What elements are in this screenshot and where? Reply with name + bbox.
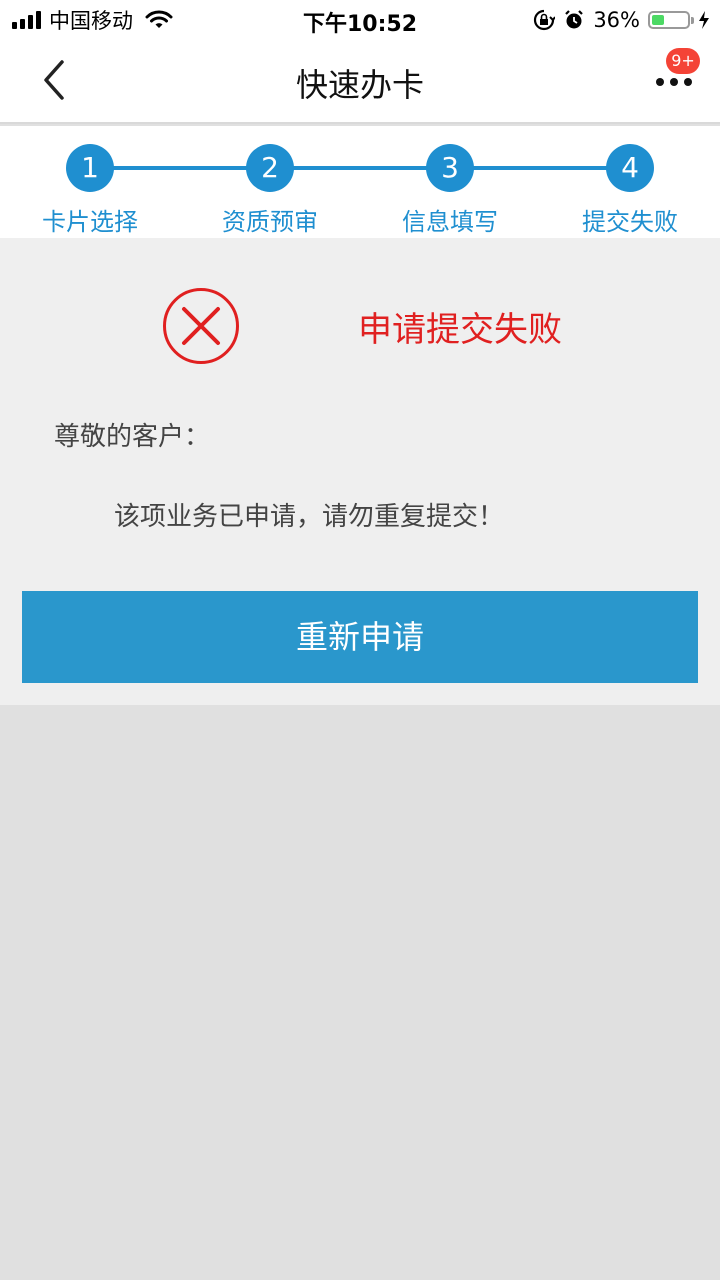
- step-card-select: 1 卡片选择: [20, 144, 160, 237]
- more-dots-icon: [656, 78, 692, 86]
- error-circle-x-icon: [163, 288, 239, 364]
- step-number: 3: [426, 144, 474, 192]
- nav-bar: 快速办卡 9+: [0, 40, 720, 124]
- rotation-lock-icon: [534, 9, 556, 31]
- notification-badge: 9+: [666, 48, 700, 74]
- step-number: 2: [246, 144, 294, 192]
- step-label: 卡片选择: [42, 208, 138, 236]
- step-label: 资质预审: [222, 208, 318, 236]
- status-bar: 中国移动 下午10:52 36%: [0, 0, 720, 40]
- failure-title: 申请提交失败: [358, 310, 562, 350]
- progress-steps: 1 卡片选择 2 资质预审 3 信息填写 4 提交失败: [0, 126, 720, 238]
- reapply-button[interactable]: 重新申请: [22, 591, 698, 683]
- page-title: 快速办卡: [295, 66, 424, 104]
- battery-level-fill: [652, 15, 664, 25]
- step-label: 提交失败: [582, 208, 678, 236]
- more-menu-button[interactable]: 9+: [640, 48, 700, 104]
- step-label: 信息填写: [402, 208, 498, 236]
- result-card: 申请提交失败 尊敬的客户： 该项业务已申请，请勿重复提交！ 重新申请: [0, 238, 720, 705]
- status-right: 36%: [533, 6, 710, 34]
- battery-percent: 36%: [593, 8, 640, 32]
- battery-tip: [691, 17, 694, 24]
- chevron-left-icon: [44, 60, 64, 100]
- step-pre-review: 2 资质预审: [200, 144, 340, 237]
- step-submit-failed: 4 提交失败: [560, 144, 700, 237]
- steps-connector-line: [90, 166, 630, 170]
- step-number: 4: [606, 144, 654, 192]
- charging-icon: [699, 11, 709, 29]
- greeting-text: 尊敬的客户：: [54, 422, 211, 452]
- step-info-fill: 3 信息填写: [380, 144, 520, 237]
- back-button[interactable]: [34, 58, 78, 102]
- error-message: 该项业务已申请，请勿重复提交！: [114, 502, 505, 532]
- battery-icon: [648, 11, 694, 29]
- step-number: 1: [66, 144, 114, 192]
- alarm-icon: [565, 10, 584, 29]
